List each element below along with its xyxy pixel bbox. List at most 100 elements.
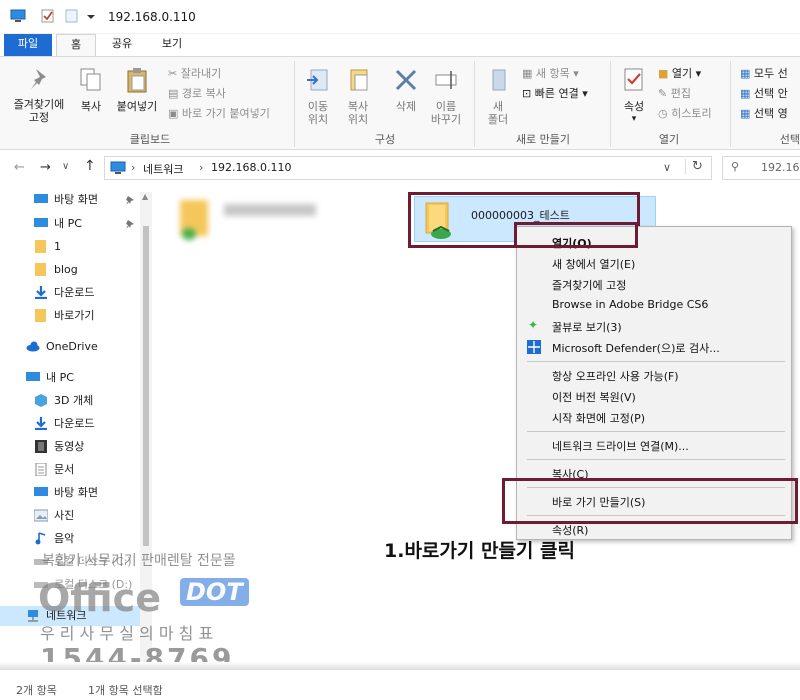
edit-button[interactable]: ✎ 편집 — [658, 85, 691, 101]
rename-label-1: 이름 — [435, 100, 457, 113]
folder-icon — [492, 69, 506, 91]
menu-restore-versions[interactable]: 이전 버전 복원(V) — [552, 389, 636, 405]
nav-quick-blog[interactable]: blog — [34, 260, 78, 280]
menu-always-offline[interactable]: 항상 오프라인 사용 가능(F) — [552, 368, 679, 384]
new-folder-button[interactable]: 새 폴더 — [480, 67, 516, 126]
tab-home[interactable]: 홈 — [56, 34, 96, 56]
nav-quick-thispc[interactable]: 내 PC — [34, 214, 82, 234]
scrollbar-thumb[interactable] — [143, 226, 149, 546]
invert-selection-button[interactable]: ▦ 선택 영 — [740, 105, 788, 121]
paste-shortcut-button[interactable]: ▣ 바로 가기 붙여넣기 — [168, 105, 270, 121]
chevron-down-icon[interactable] — [86, 9, 96, 23]
new-folder-icon[interactable] — [64, 9, 80, 23]
disk-icon — [34, 582, 48, 588]
pin-icon[interactable] — [126, 195, 135, 205]
nav-pc-desktop[interactable]: 바탕 화면 — [34, 483, 98, 503]
rename-button[interactable]: 이름 바꾸기 — [428, 67, 464, 126]
nav-pc-downloads[interactable]: 다운로드 — [34, 414, 94, 434]
scroll-up-icon[interactable]: ▲ — [142, 192, 148, 201]
tab-file[interactable]: 파일 — [4, 34, 52, 56]
scissors-icon: ✂ — [168, 67, 181, 80]
desktop-icon — [34, 487, 48, 496]
select-all-label: 모두 선 — [753, 67, 788, 80]
properties-icon[interactable] — [40, 9, 56, 23]
select-none-button[interactable]: ▦ 선택 안 — [740, 85, 788, 101]
nav-quick-1[interactable]: 1 — [34, 237, 61, 257]
pin-icon — [31, 69, 46, 89]
status-bar: 2개 항목 1개 항목 선택함 — [0, 676, 800, 700]
copy-to-button[interactable]: 복사 위치 — [340, 67, 376, 126]
select-all-button[interactable]: ▦ 모두 선 — [740, 65, 788, 81]
nav-pc-pictures[interactable]: 사진 — [34, 506, 74, 526]
nav-thispc-label: 내 PC — [46, 371, 74, 384]
download-icon — [35, 417, 47, 430]
pin-quick-access-button[interactable]: 즐겨찾기에 고정 — [8, 67, 70, 124]
nav-pc-3d[interactable]: 3D 개체 — [34, 391, 93, 411]
download-icon — [35, 286, 47, 299]
copy-label: 복사 — [80, 100, 102, 113]
move-to-label-2: 위치 — [307, 113, 329, 126]
nav-pc-disk-c[interactable]: 로컬 디스크 (C:) — [34, 552, 132, 572]
nav-quick-downloads[interactable]: 다운로드 — [34, 283, 94, 303]
tab-share[interactable]: 공유 — [104, 34, 140, 56]
nav-pc-disk-d[interactable]: 로컬 디스크 (D:) — [34, 575, 132, 595]
tab-view[interactable]: 보기 — [152, 34, 192, 56]
nav-pc-music[interactable]: 음악 — [34, 529, 74, 549]
properties-label: 속성 — [623, 100, 645, 113]
pin-icon[interactable] — [126, 219, 135, 229]
address-bar[interactable]: › 네트워크 › 192.168.0.110 ∨ ↻ — [104, 156, 712, 180]
forward-arrow-icon[interactable]: → — [40, 160, 51, 175]
properties-button[interactable]: 속성 ▾ — [614, 67, 654, 126]
nav-network-label: 네트워크 — [46, 609, 87, 622]
paste-button[interactable]: 붙여넣기 — [112, 67, 162, 113]
refresh-icon[interactable]: ↻ — [685, 159, 703, 174]
up-arrow-icon[interactable]: ↑ — [84, 158, 96, 174]
nav-pc-videos[interactable]: 동영상 — [34, 437, 84, 457]
nav-thispc[interactable]: 내 PC — [26, 368, 74, 388]
open-button[interactable]: ■ 열기 ▾ — [658, 65, 701, 81]
menu-adobe-bridge[interactable]: Browse in Adobe Bridge CS6 — [552, 298, 708, 311]
menu-pin-start[interactable]: 시작 화면에 고정(P) — [552, 410, 645, 426]
paste-shortcut-icon: ▣ — [168, 107, 182, 120]
nav-scrollbar[interactable]: ▲ — [140, 192, 152, 662]
nav-quick-desktop[interactable]: 바탕 화면 — [34, 190, 98, 210]
nav-quick-desktop-label: 바탕 화면 — [54, 193, 98, 206]
select-all-icon: ▦ — [740, 67, 754, 80]
menu-pin-quick-access[interactable]: 즐겨찾기에 고정 — [552, 277, 626, 293]
search-box[interactable]: ⚲ 192.168 — [722, 156, 800, 180]
cut-button[interactable]: ✂ 잘라내기 — [168, 65, 221, 81]
menu-honeyview[interactable]: 꿀뷰로 보기(3) — [552, 319, 622, 335]
pin-label-1: 즐겨찾기에 — [13, 98, 65, 111]
select-none-icon: ▦ — [740, 87, 754, 100]
address-dropdown-icon[interactable]: ∨ — [663, 161, 671, 174]
group-new-label: 새로 만들기 — [515, 133, 571, 146]
folder-icon — [35, 263, 46, 276]
cut-label: 잘라내기 — [180, 67, 222, 80]
open-label: 열기 — [671, 67, 693, 80]
history-button[interactable]: ◷ 히스토리 — [658, 105, 712, 121]
delete-button[interactable]: 삭제 — [388, 67, 424, 113]
breadcrumb-network[interactable]: 네트워크 — [143, 161, 183, 177]
copy-button[interactable]: 복사 — [74, 67, 108, 113]
search-icon: ⚲ — [731, 160, 740, 173]
nav-network[interactable]: 네트워크 — [0, 606, 140, 626]
nav-pc-documents[interactable]: 문서 — [34, 460, 74, 480]
new-item-button[interactable]: ▦ 새 항목 ▾ — [522, 65, 579, 81]
recent-chevron-icon[interactable]: ∨ — [62, 161, 69, 172]
network-icon — [28, 610, 38, 622]
cube-icon — [35, 394, 47, 407]
easy-access-button[interactable]: ⊡ 빠른 연결 ▾ — [522, 85, 588, 101]
nav-quick-shortcut[interactable]: 바로가기 — [34, 306, 94, 326]
breadcrumb-host[interactable]: 192.168.0.110 — [211, 161, 291, 174]
menu-open-new-window[interactable]: 새 창에서 열기(E) — [552, 256, 635, 272]
menu-map-network-drive[interactable]: 네트워크 드라이브 연결(M)... — [552, 438, 689, 454]
back-arrow-icon[interactable]: ← — [14, 160, 25, 175]
search-input[interactable]: 192.168 — [761, 161, 800, 174]
rename-icon — [435, 71, 457, 89]
group-select-label: 선택 — [779, 133, 800, 146]
menu-defender-scan[interactable]: Microsoft Defender(으)로 검사... — [552, 340, 720, 356]
folder-icon[interactable] — [176, 196, 216, 242]
copy-path-button[interactable]: ▤ 경로 복사 — [168, 85, 226, 101]
move-to-button[interactable]: 이동 위치 — [300, 67, 336, 126]
nav-onedrive[interactable]: OneDrive — [26, 337, 98, 357]
